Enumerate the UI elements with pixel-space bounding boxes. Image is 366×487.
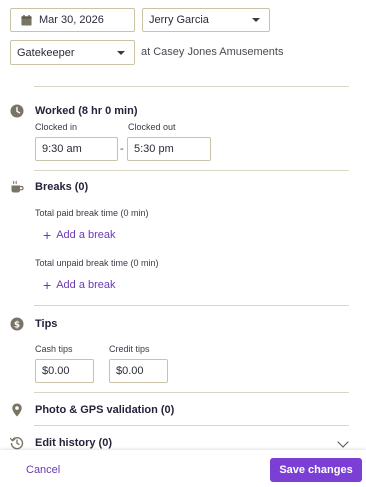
divider: [34, 392, 349, 393]
divider: [34, 425, 349, 426]
history-icon: [10, 437, 24, 450]
date-value: Mar 30, 2026: [39, 14, 104, 26]
time-separator: -: [120, 143, 124, 155]
footer-bar: Cancel Save changes: [0, 450, 366, 487]
photo-gps-title: Photo & GPS validation (0): [35, 404, 175, 416]
divider: [34, 86, 349, 87]
date-picker[interactable]: Mar 30, 2026: [10, 8, 135, 32]
clock-out-label: Clocked out: [128, 122, 176, 132]
role-select[interactable]: Gatekeeper: [10, 40, 135, 65]
employee-select[interactable]: Jerry Garcia: [142, 8, 270, 32]
breaks-title: Breaks (0): [35, 181, 89, 193]
add-paid-break-link[interactable]: + Add a break: [43, 228, 116, 242]
location-text: at Casey Jones Amusements: [141, 46, 284, 58]
dropdown-caret-icon: [252, 18, 260, 22]
dropdown-caret-icon: [117, 50, 125, 55]
chevron-down-icon[interactable]: [337, 436, 349, 448]
add-break-label: Add a break: [56, 229, 116, 241]
cash-tips-label: Cash tips: [35, 344, 73, 354]
plus-icon: +: [43, 227, 52, 243]
credit-tips-label: Credit tips: [109, 344, 150, 354]
role-value: Gatekeeper: [17, 46, 75, 59]
add-unpaid-break-link[interactable]: + Add a break: [43, 278, 116, 292]
svg-text:$: $: [14, 320, 20, 330]
clock-out-input[interactable]: 5:30 pm: [127, 137, 211, 161]
clock-in-label: Clocked in: [35, 122, 78, 132]
divider: [34, 170, 349, 171]
employee-value: Jerry Garcia: [149, 14, 209, 26]
cash-tips-input[interactable]: $0.00: [35, 359, 94, 383]
cancel-button[interactable]: Cancel: [26, 464, 60, 476]
credit-tips-input[interactable]: $0.00: [109, 359, 168, 383]
coffee-icon: [11, 180, 24, 193]
add-break-label: Add a break: [56, 279, 116, 291]
location-pin-icon: [12, 403, 22, 417]
clock-in-input[interactable]: 9:30 am: [35, 137, 118, 161]
plus-icon: +: [43, 277, 52, 293]
worked-title: Worked (8 hr 0 min): [35, 105, 138, 117]
divider: [34, 305, 349, 306]
unpaid-break-label: Total unpaid break time (0 min): [35, 258, 159, 268]
dollar-icon: $: [10, 317, 24, 331]
calendar-icon: [21, 15, 32, 26]
edit-history-title[interactable]: Edit history (0): [35, 437, 112, 449]
clock-icon: [10, 104, 24, 118]
tips-title: Tips: [35, 318, 58, 330]
paid-break-label: Total paid break time (0 min): [35, 208, 149, 218]
save-changes-button[interactable]: Save changes: [270, 458, 362, 482]
